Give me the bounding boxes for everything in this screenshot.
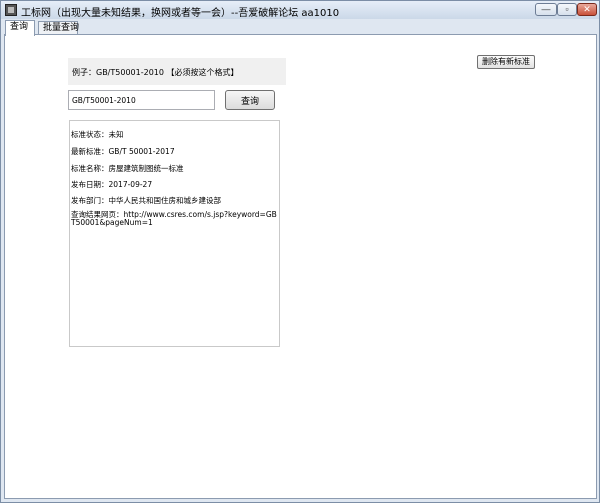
window-title: 工标网（出现大量未知结果，换网或者等一会）--吾爱破解论坛 aa1010 (21, 8, 340, 19)
title-bar[interactable]: 工标网（出现大量未知结果，换网或者等一会）--吾爱破解论坛 aa1010 — ▫… (1, 1, 599, 19)
minimize-button[interactable]: — (535, 3, 557, 16)
delete-new-standard-button[interactable]: 删除有新标准 (477, 55, 535, 69)
maximize-button[interactable]: ▫ (557, 3, 577, 16)
tab-batch-query[interactable]: 批量查询 (38, 21, 79, 35)
result-url[interactable]: 查询结果网页：http://www.csres.com/s.jsp?keywor… (71, 211, 277, 227)
example-hint: 例子：GB/T50001-2010 【必须按这个格式】 (72, 68, 239, 77)
result-publish-date: 发布日期：2017-09-27 (71, 180, 153, 189)
example-hint-box: 例子：GB/T50001-2010 【必须按这个格式】 (68, 58, 286, 85)
tab-query[interactable]: 查询 (5, 20, 35, 36)
standard-number-input[interactable] (68, 90, 215, 110)
result-status: 标准状态：未知 (71, 130, 124, 139)
app-window: 工标网（出现大量未知结果，换网或者等一会）--吾爱破解论坛 aa1010 — ▫… (0, 0, 600, 503)
result-panel: 标准状态：未知 最新标准：GB/T 50001-2017 标准名称：房屋建筑制图… (69, 120, 280, 347)
close-button[interactable]: ✕ (577, 3, 597, 16)
result-latest-standard: 最新标准：GB/T 50001-2017 (71, 147, 175, 156)
result-department: 发布部门：中华人民共和国住房和城乡建设部 (71, 196, 221, 205)
query-button[interactable]: 查询 (225, 90, 275, 110)
app-icon (5, 4, 17, 16)
tab-strip: 查询 批量查询 (3, 20, 597, 36)
result-standard-name: 标准名称：房屋建筑制图统一标准 (71, 164, 184, 173)
query-panel: 删除有新标准 例子：GB/T50001-2010 【必须按这个格式】 查询 标准… (4, 34, 597, 499)
